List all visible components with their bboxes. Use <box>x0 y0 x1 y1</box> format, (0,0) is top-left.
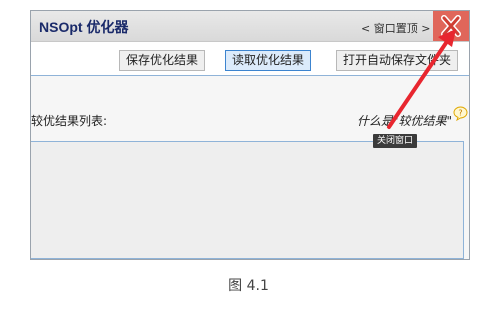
read-results-button[interactable]: 读取优化结果 <box>225 50 312 71</box>
results-list-label: 较优结果列表: <box>31 114 108 128</box>
toolbar: 保存优化结果 读取优化结果 打开自动保存文件夹 <box>31 42 469 76</box>
app-title: NSOpt 优化器 <box>39 19 129 35</box>
close-button[interactable] <box>433 11 469 41</box>
close-window-tooltip: 关闭窗口 <box>373 134 418 148</box>
nsopt-window: NSOpt 优化器 < 窗口置顶 > 保存优化结果 读取优化结果 打开自动保存文… <box>30 10 470 260</box>
what-is-better-result-link[interactable]: 什么是"较优结果" <box>357 112 452 129</box>
results-list[interactable] <box>31 141 464 259</box>
open-autosave-folder-button[interactable]: 打开自动保存文件夹 <box>336 50 459 71</box>
figure-caption: 图 4.1 <box>228 278 269 294</box>
question-bubble-icon[interactable]: ? <box>453 106 468 121</box>
close-x-icon <box>441 15 461 37</box>
save-results-button[interactable]: 保存优化结果 <box>119 50 206 71</box>
pin-window-button[interactable]: < 窗口置顶 > <box>361 20 430 36</box>
title-bar: NSOpt 优化器 < 窗口置顶 > <box>31 11 469 42</box>
svg-text:?: ? <box>458 109 462 118</box>
